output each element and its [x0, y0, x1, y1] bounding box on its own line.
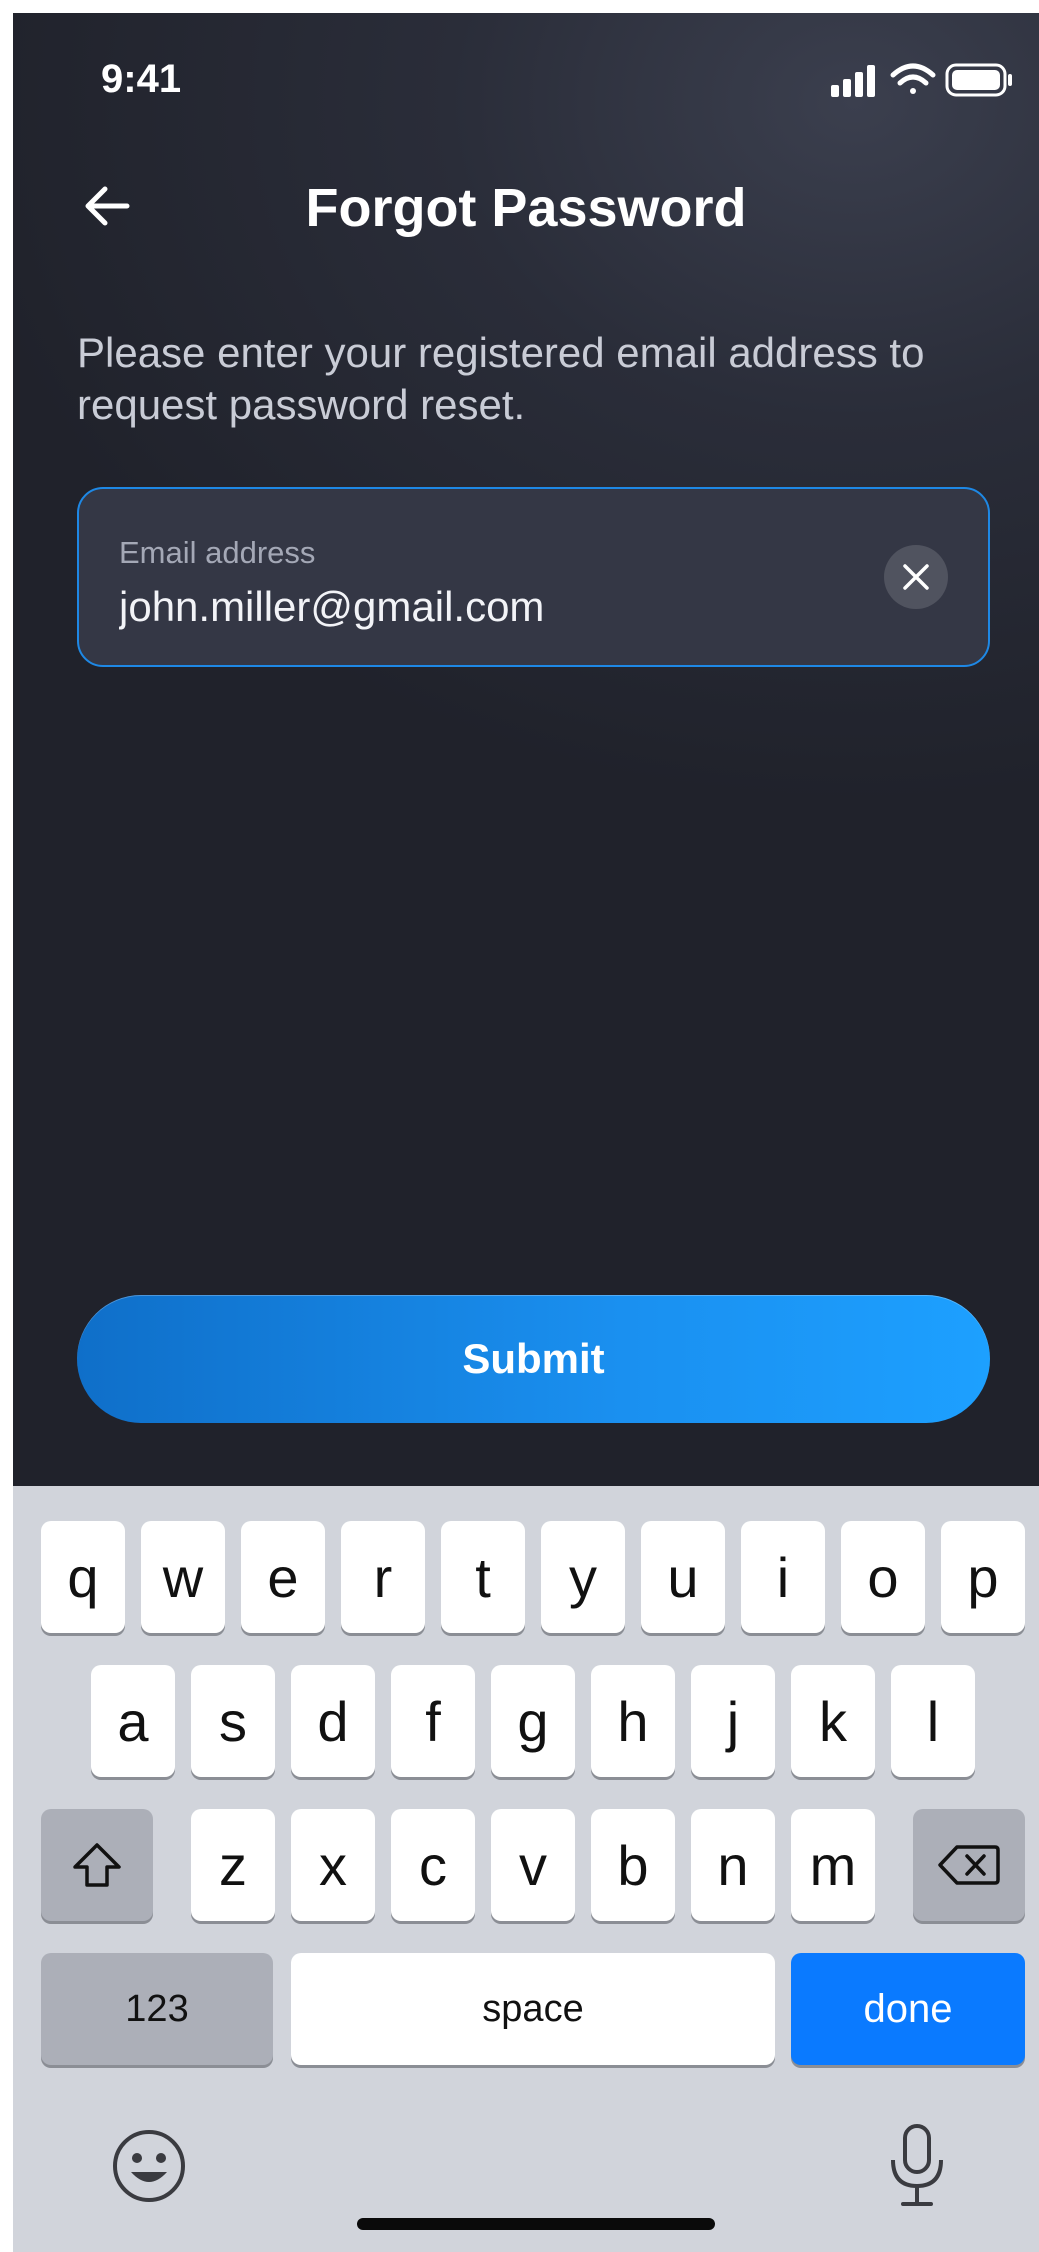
home-indicator: [357, 2218, 715, 2230]
key-j[interactable]: j: [691, 1665, 775, 1777]
emoji-icon: [113, 2130, 185, 2202]
arrow-left-icon: [85, 186, 130, 226]
key-d[interactable]: d: [291, 1665, 375, 1777]
key-z[interactable]: z: [191, 1809, 275, 1921]
backspace-key[interactable]: [913, 1809, 1025, 1921]
key-x[interactable]: x: [291, 1809, 375, 1921]
key-k[interactable]: k: [791, 1665, 875, 1777]
key-y[interactable]: y: [541, 1521, 625, 1633]
status-time: 9:41: [101, 57, 182, 101]
key-o[interactable]: o: [841, 1521, 925, 1633]
key-c[interactable]: c: [391, 1809, 475, 1921]
key-m[interactable]: m: [791, 1809, 875, 1921]
shift-icon: [73, 1843, 121, 1887]
key-f[interactable]: f: [391, 1665, 475, 1777]
backspace-icon: [938, 1845, 1000, 1885]
key-a[interactable]: a: [91, 1665, 175, 1777]
key-u[interactable]: u: [641, 1521, 725, 1633]
space-key[interactable]: space: [291, 1953, 775, 2065]
back-button[interactable]: [75, 173, 141, 239]
keyboard: q w e r t y u i o p a s d f g h j k l z …: [13, 1486, 1039, 2252]
key-n[interactable]: n: [691, 1809, 775, 1921]
key-i[interactable]: i: [741, 1521, 825, 1633]
key-q[interactable]: q: [41, 1521, 125, 1633]
key-v[interactable]: v: [491, 1809, 575, 1921]
signal-icon: [831, 65, 875, 97]
microphone-button[interactable]: [885, 2122, 949, 2210]
done-key[interactable]: done: [791, 1953, 1025, 2065]
status-icons: [823, 57, 1023, 101]
submit-button[interactable]: Submit: [77, 1295, 990, 1423]
microphone-icon: [891, 2124, 943, 2206]
shift-key[interactable]: [41, 1809, 153, 1921]
clear-input-button[interactable]: [884, 545, 948, 609]
key-w[interactable]: w: [141, 1521, 225, 1633]
forgot-password-screen: 9:41 Forgot Password Please enter your r…: [13, 13, 1039, 2252]
emoji-button[interactable]: [109, 2126, 189, 2206]
wifi-icon: [890, 63, 936, 94]
numbers-key[interactable]: 123: [41, 1953, 273, 2065]
key-b[interactable]: b: [591, 1809, 675, 1921]
key-s[interactable]: s: [191, 1665, 275, 1777]
key-r[interactable]: r: [341, 1521, 425, 1633]
page-title: Forgot Password: [305, 178, 747, 238]
key-h[interactable]: h: [591, 1665, 675, 1777]
key-t[interactable]: t: [441, 1521, 525, 1633]
email-field-label: Email address: [119, 535, 316, 570]
key-g[interactable]: g: [491, 1665, 575, 1777]
email-field[interactable]: Email address: [77, 487, 990, 667]
battery-icon: [945, 63, 1012, 97]
close-icon: [903, 564, 929, 590]
email-input[interactable]: [119, 579, 839, 635]
key-p[interactable]: p: [941, 1521, 1025, 1633]
instruction-text: Please enter your registered email addre…: [77, 329, 925, 428]
key-e[interactable]: e: [241, 1521, 325, 1633]
key-l[interactable]: l: [891, 1665, 975, 1777]
